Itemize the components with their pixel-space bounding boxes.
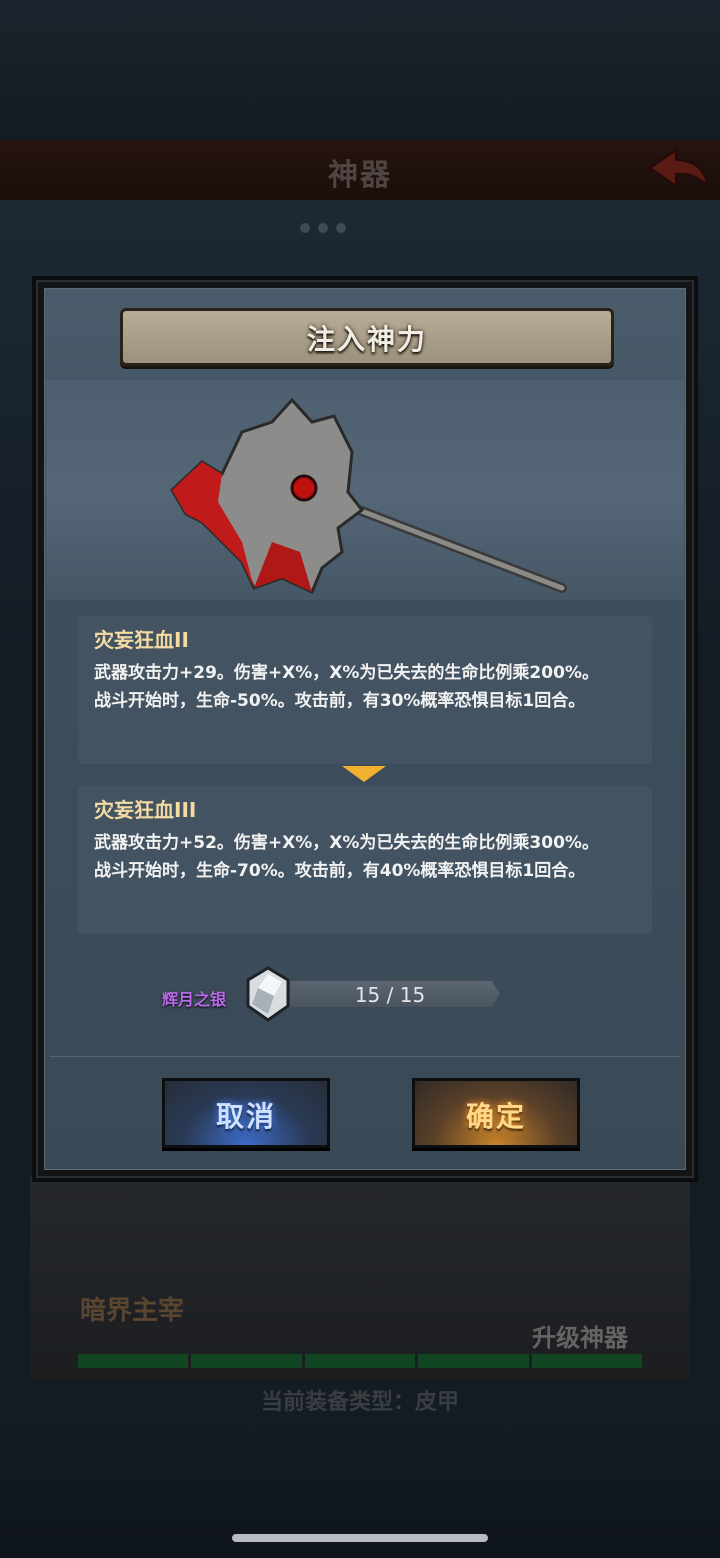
current-skill-name: 灾妄狂血II bbox=[94, 628, 189, 652]
next-skill-name: 灾妄狂血III bbox=[94, 798, 197, 822]
material-name: 辉月之银 bbox=[162, 990, 227, 1009]
current-skill-line: 武器攻击力+29。伤害+X%，X%为已失去的生命比例乘200%。 bbox=[94, 663, 599, 683]
infuse-dialog: 注入神力 灾妄狂血II 武器攻击力+29。伤害+X%，X%为已失去的生命比例乘2… bbox=[32, 276, 698, 1182]
cancel-button[interactable]: 取消 bbox=[162, 1078, 330, 1148]
confirm-label: 确定 bbox=[465, 1100, 526, 1133]
cancel-label: 取消 bbox=[215, 1100, 276, 1133]
crystal-icon bbox=[246, 966, 290, 1022]
next-skill-line: 战斗开始时，生命-70%。攻击前，有40%概率恐惧目标1回合。 bbox=[94, 861, 586, 881]
arrow-down-icon bbox=[342, 766, 386, 782]
material-count: 15 / 15 bbox=[354, 983, 426, 1007]
dialog-title: 注入神力 bbox=[306, 323, 427, 356]
battle-axe-icon bbox=[170, 397, 567, 595]
current-skill-line: 战斗开始时，生命-50%。攻击前，有30%概率恐惧目标1回合。 bbox=[94, 691, 586, 711]
home-indicator[interactable] bbox=[232, 1534, 488, 1542]
divider bbox=[50, 1056, 680, 1057]
next-skill-card: 灾妄狂血III 武器攻击力+52。伤害+X%，X%为已失去的生命比例乘300%。… bbox=[78, 786, 652, 934]
material-cost: 辉月之银 15 / 15 bbox=[156, 962, 536, 1022]
current-skill-card: 灾妄狂血II 武器攻击力+29。伤害+X%，X%为已失去的生命比例乘200%。 … bbox=[78, 616, 652, 764]
confirm-button[interactable]: 确定 bbox=[412, 1078, 580, 1148]
next-skill-line: 武器攻击力+52。伤害+X%，X%为已失去的生命比例乘300%。 bbox=[94, 833, 599, 853]
